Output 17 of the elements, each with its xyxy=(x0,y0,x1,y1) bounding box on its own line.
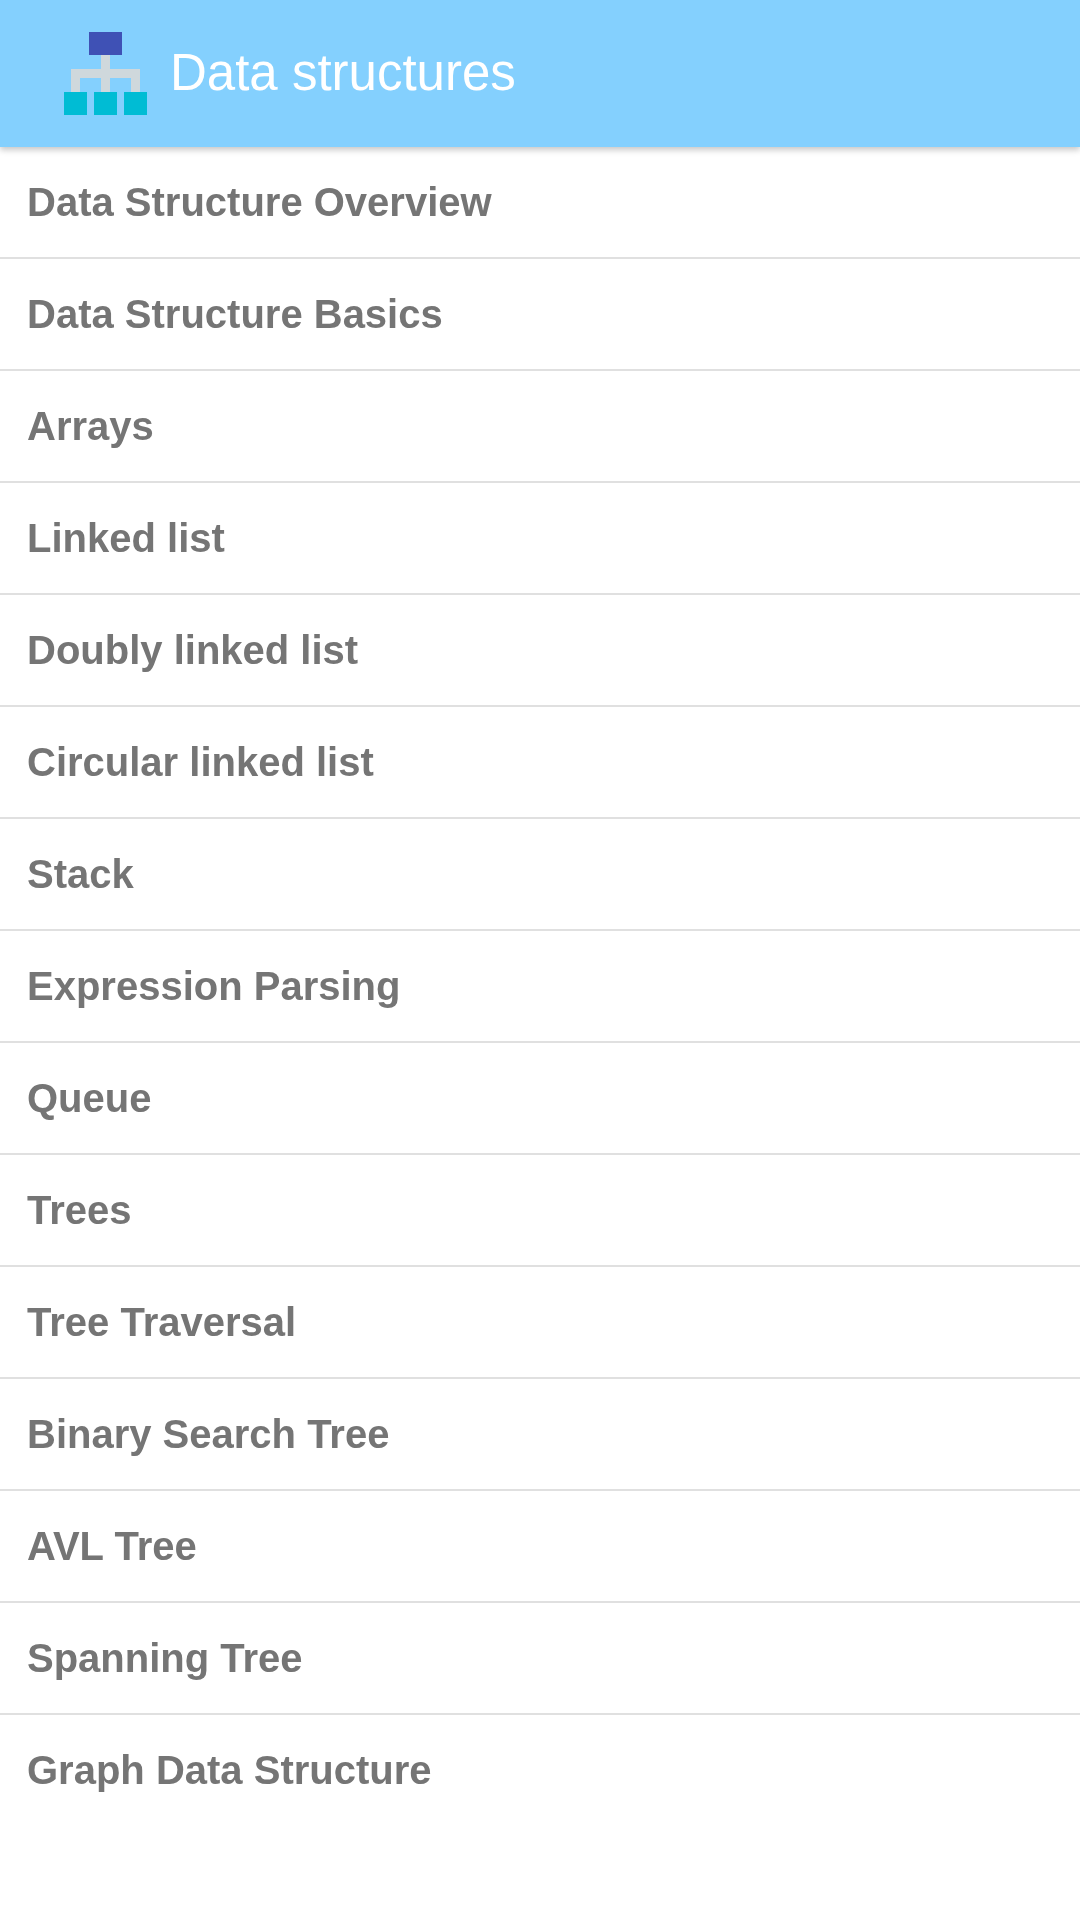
topic-list-item[interactable]: Tree Traversal xyxy=(0,1267,1080,1379)
topic-list-item[interactable]: Circular linked list xyxy=(0,707,1080,819)
topic-list-item[interactable]: Stack xyxy=(0,819,1080,931)
topic-list-item[interactable]: Expression Parsing xyxy=(0,931,1080,1043)
topic-list-item[interactable]: Arrays xyxy=(0,371,1080,483)
topic-list-item[interactable]: Binary Search Tree xyxy=(0,1379,1080,1491)
topic-list-item[interactable]: AVL Tree xyxy=(0,1491,1080,1603)
topic-list-item[interactable]: Doubly linked list xyxy=(0,595,1080,707)
topic-list-item[interactable]: Data Structure Basics xyxy=(0,259,1080,371)
topic-list-item[interactable]: Data Structure Overview xyxy=(0,147,1080,259)
topic-list-item[interactable]: Queue xyxy=(0,1043,1080,1155)
app-title: Data structures xyxy=(170,45,516,102)
topic-list-item[interactable]: Linked list xyxy=(0,483,1080,595)
topic-list-item[interactable]: Spanning Tree xyxy=(0,1603,1080,1715)
topic-list-item[interactable]: Trees xyxy=(0,1155,1080,1267)
hierarchy-icon xyxy=(64,32,147,115)
topic-list-item[interactable]: Graph Data Structure xyxy=(0,1715,1080,1825)
